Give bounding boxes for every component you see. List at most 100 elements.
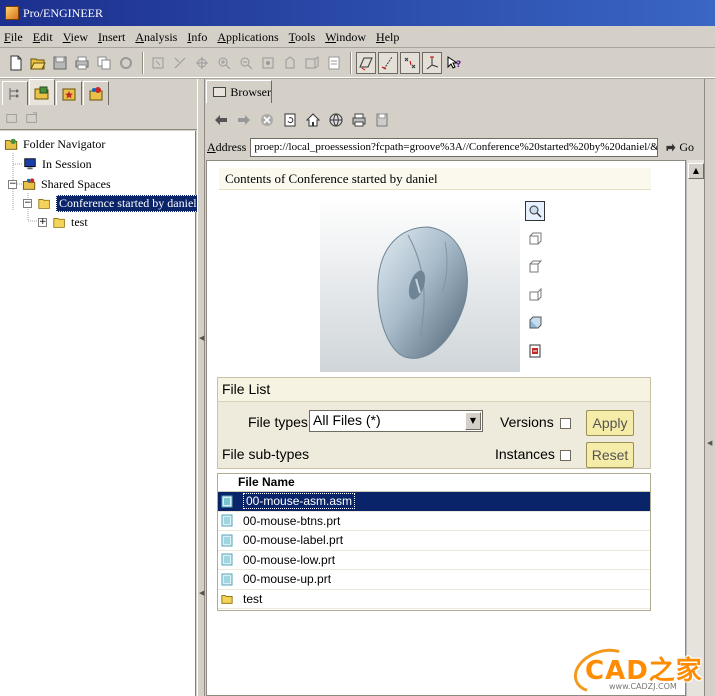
table-row[interactable]: 00-mouse-up.prt [218,570,650,590]
redraw-icon[interactable] [116,52,136,74]
chevron-down-icon[interactable]: ▼ [465,412,481,430]
table-row[interactable]: test [218,590,650,609]
file-name: 00-mouse-asm.asm [243,493,356,510]
menu-analysis[interactable]: Analysis [135,30,177,45]
reset-button[interactable]: Reset [586,442,634,468]
collapse-left-icon[interactable]: ◀ [199,589,204,597]
menu-applications[interactable]: Applications [217,30,278,45]
open-icon[interactable] [28,52,48,74]
model-preview[interactable] [320,197,520,372]
table-row[interactable]: 00-mouse-btns.prt [218,512,650,531]
part-icon [221,514,233,527]
folder-icon [51,215,67,229]
browser-nav-bar [206,106,715,134]
tab-connections[interactable] [83,81,109,105]
menu-insert[interactable]: Insert [98,30,125,45]
tab-folder-browser[interactable] [29,79,55,105]
tab-browser[interactable]: Browser [206,80,272,103]
view-side-icon[interactable] [525,285,545,305]
right-splitter[interactable]: ◀ [704,79,715,696]
context-help-icon[interactable]: ? [444,52,464,74]
refit-icon[interactable] [258,52,278,74]
instances-label: Instances [495,446,555,462]
forward-arrow-icon[interactable] [233,109,255,131]
menu-edit[interactable]: Edit [33,30,53,45]
file-name: test [243,591,263,606]
spin-center-icon[interactable] [192,52,212,74]
tree-item-in-session[interactable]: In Session [22,155,92,173]
new-icon[interactable] [6,52,26,74]
back-arrow-icon[interactable] [210,109,232,131]
navigator-settings-icon[interactable] [23,109,41,127]
menu-window[interactable]: Window [325,30,366,45]
tree-item-folder-navigator[interactable]: Folder Navigator [3,135,105,153]
panel-splitter[interactable]: ◀ ◀ [197,79,205,696]
navigator-options-icon[interactable] [3,109,21,127]
collapse-right-icon[interactable]: ◀ [707,439,712,447]
datum-axis-icon[interactable] [170,52,190,74]
copy-icon[interactable] [94,52,114,74]
menu-file[interactable]: File [4,30,23,45]
save-icon[interactable] [50,52,70,74]
view-top-icon[interactable] [525,257,545,277]
go-button[interactable]: Go [664,140,694,155]
apply-button[interactable]: Apply [586,410,634,436]
tab-favorites[interactable] [56,81,82,105]
browser-scrollbar[interactable]: ▲ [686,160,704,696]
menu-tools[interactable]: Tools [289,30,316,45]
file-types-label: File types [248,414,308,430]
folder-icon [221,592,233,605]
layers-icon[interactable] [324,52,344,74]
main-toolbar: ? [0,49,715,78]
browser-icon [213,87,227,97]
instances-checkbox[interactable] [560,450,571,461]
orient-icon[interactable] [280,52,300,74]
refresh-icon[interactable] [279,109,301,131]
part-icon [221,553,233,566]
datum-points-toggle-icon[interactable] [400,52,420,74]
collapse-toggle-icon[interactable]: − [8,179,17,189]
table-row[interactable]: 00-mouse-label.prt [218,531,650,551]
window-title: Pro/ENGINEER [23,5,103,20]
navigator-root-icon [3,137,19,151]
csys-toggle-icon[interactable] [422,52,442,74]
menu-view[interactable]: View [63,30,88,45]
file-table: File Name 00-mouse-asm.asm 00-mouse-btns… [217,473,651,611]
globe-icon[interactable] [325,109,347,131]
print-icon[interactable] [72,52,92,74]
file-name-column-header[interactable]: File Name [218,474,650,492]
collapse-left-icon[interactable]: ◀ [199,334,204,342]
file-types-select[interactable]: All Files (*) ▼ [309,410,483,432]
zoom-preview-icon[interactable] [525,201,545,221]
home-icon[interactable] [302,109,324,131]
address-label: Address [207,139,247,154]
expand-toggle-icon[interactable]: + [38,217,47,227]
open-in-proe-icon[interactable] [525,341,545,361]
saved-views-icon[interactable] [302,52,322,74]
watermark-url: www.CADZJ.COM [609,682,677,691]
menu-info[interactable]: Info [187,30,207,45]
stop-icon[interactable] [256,109,278,131]
address-input[interactable]: proep://local_proessession?fcpath=groove… [250,137,659,157]
scroll-up-icon[interactable]: ▲ [688,163,704,179]
table-row[interactable]: 00-mouse-low.prt [218,551,650,570]
menu-help[interactable]: Help [376,30,399,45]
zoom-out-icon[interactable] [236,52,256,74]
datum-planes-toggle-icon[interactable] [356,52,376,74]
datum-axes-toggle-icon[interactable] [378,52,398,74]
versions-checkbox[interactable] [560,418,571,429]
print-icon[interactable] [348,109,370,131]
tab-model-tree[interactable] [2,81,28,105]
table-row[interactable]: 00-mouse-asm.asm [218,492,650,512]
assembly-icon [221,495,233,508]
save-page-icon[interactable] [371,109,393,131]
shaded-view-icon[interactable] [525,313,545,333]
tree-item-test[interactable]: + test [38,213,88,231]
tree-item-shared-spaces[interactable]: − Shared Spaces [8,175,111,193]
view-front-icon[interactable] [525,229,545,249]
tree-item-conference[interactable]: − Conference started by daniel [23,194,200,212]
collapse-toggle-icon[interactable]: − [23,198,32,208]
zoom-in-icon[interactable] [214,52,234,74]
datum-plane-icon[interactable] [148,52,168,74]
file-name: 00-mouse-up.prt [243,572,332,587]
